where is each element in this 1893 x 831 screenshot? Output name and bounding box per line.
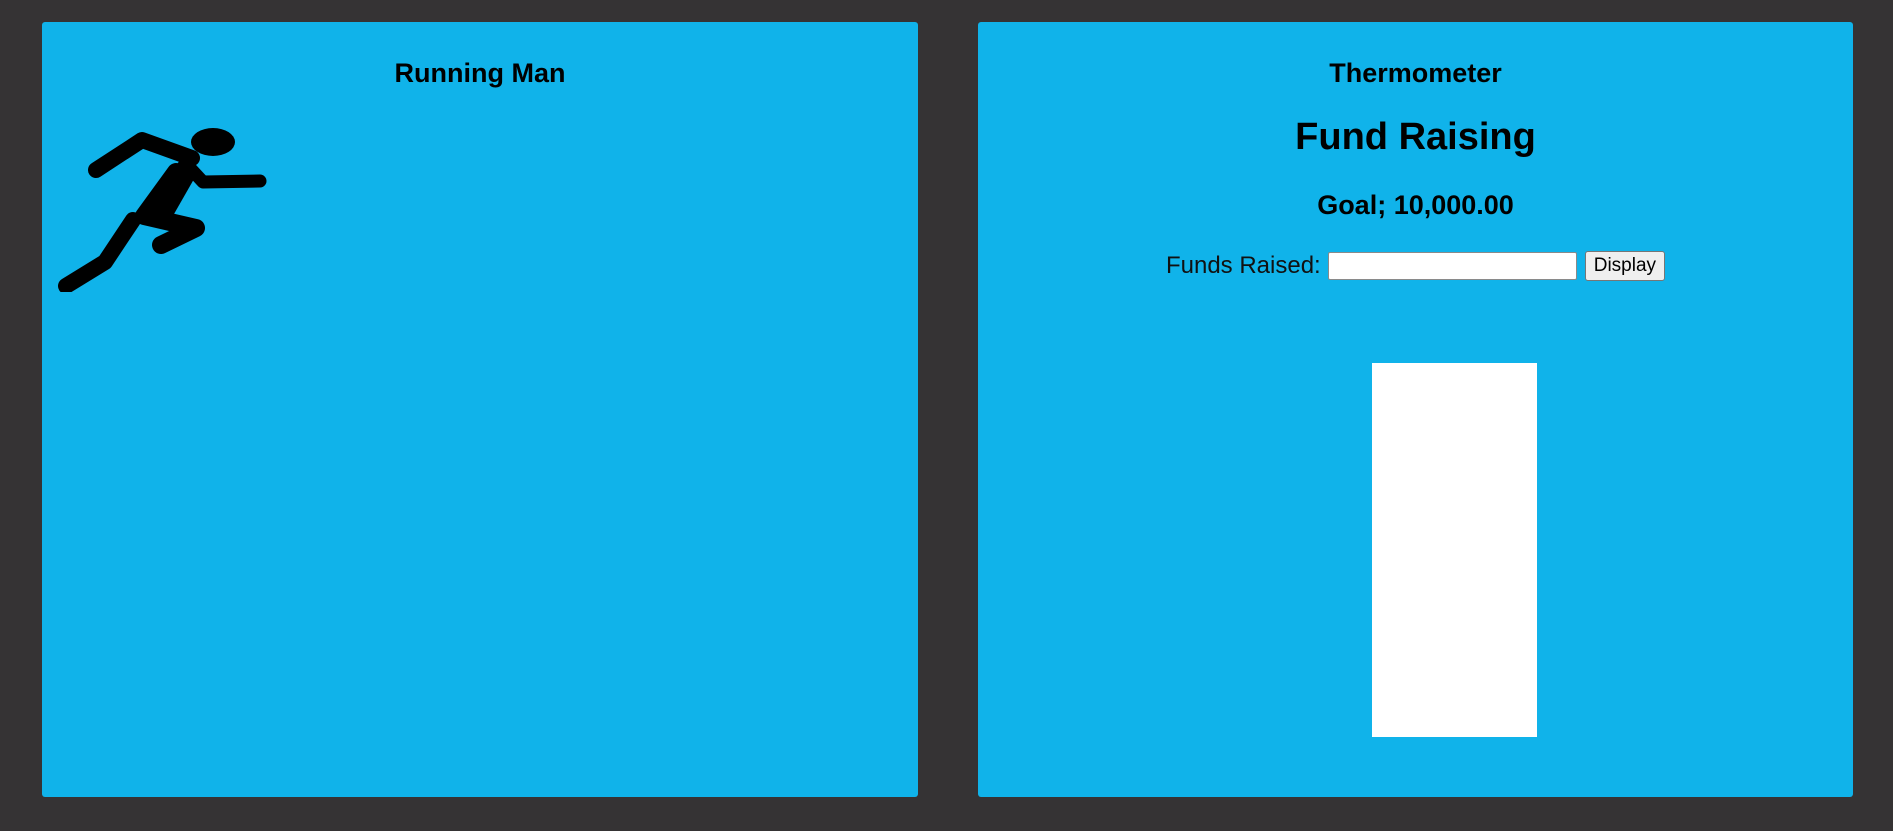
- display-button[interactable]: Display: [1584, 251, 1666, 281]
- funds-raised-input[interactable]: [1327, 252, 1577, 280]
- running-man-icon: [58, 128, 267, 292]
- fund-raising-heading: Fund Raising: [1295, 116, 1536, 158]
- thermometer-panel: Thermometer Fund Raising Goal; 10,000.00…: [978, 22, 1853, 797]
- thermometer-title: Thermometer: [1329, 58, 1502, 88]
- funds-raised-label: Funds Raised:: [1165, 252, 1321, 279]
- running-man-title: Running Man: [394, 58, 566, 88]
- goal-heading: Goal; 10,000.00: [1317, 190, 1514, 220]
- running-man-panel: Running Man: [42, 22, 918, 797]
- funds-raised-row: Funds Raised: Display: [978, 251, 1853, 281]
- thermometer-tube: [1372, 363, 1537, 737]
